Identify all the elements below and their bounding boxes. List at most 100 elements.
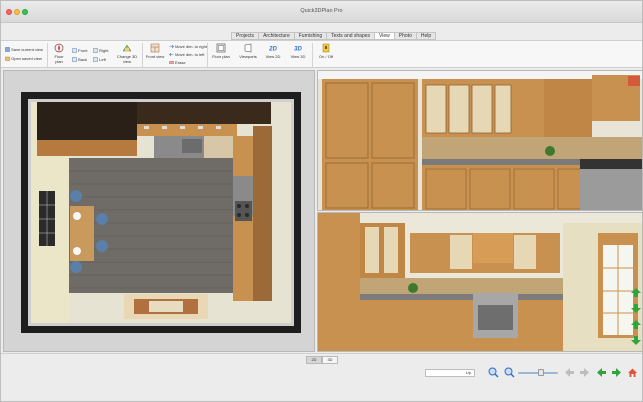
floor-plan-drawing[interactable] — [4, 71, 314, 351]
move-dim-right-button[interactable]: Move dim. to right — [169, 44, 207, 49]
tab-projects[interactable]: Projects — [231, 32, 259, 40]
mode-2d-button[interactable]: 2D — [306, 356, 322, 364]
3d-viewport-top[interactable] — [317, 70, 643, 211]
ribbon-separator — [142, 43, 143, 67]
front-elevation-button[interactable]: Front view — [145, 43, 165, 59]
upper-cabinet-dark — [37, 102, 137, 140]
svg-text:2D: 2D — [268, 47, 277, 53]
oven — [580, 166, 642, 210]
view-toggle-icon[interactable] — [628, 76, 640, 86]
pan-right-arrow-icon[interactable] — [611, 367, 622, 378]
glass-doors — [425, 84, 512, 134]
tall-pantry-cabinet — [322, 79, 418, 210]
level-value: Up — [465, 370, 471, 375]
undo-arrow-icon[interactable] — [564, 367, 575, 378]
erase-button[interactable]: Erase — [169, 60, 186, 65]
floor-plan-view[interactable] — [3, 70, 315, 352]
tab-view[interactable]: View — [374, 32, 394, 40]
change-3d-view-label: Change 3D view — [116, 54, 138, 64]
mode-3d-button[interactable]: 3D — [322, 356, 338, 364]
window-title: Quick3DPlan Pro — [300, 8, 343, 14]
app-window: Quick3DPlan Pro Projects Architecture Fu… — [0, 0, 643, 402]
back-label: Back — [78, 57, 88, 62]
title-bar: Quick3DPlan Pro — [1, 1, 642, 23]
move-down-arrow-icon[interactable] — [630, 335, 642, 346]
range-hood — [473, 233, 513, 263]
move-up-arrow-icon[interactable] — [630, 319, 642, 330]
zoom-out-icon[interactable] — [504, 367, 515, 378]
sink — [182, 139, 202, 153]
rotate-up-arrow-icon[interactable] — [630, 287, 642, 298]
countertop-top — [37, 140, 137, 156]
tab-help[interactable]: Help — [415, 32, 437, 40]
front-arrow-icon — [72, 48, 77, 54]
potted-plant — [545, 146, 555, 156]
open-view-icon — [5, 57, 10, 62]
move-dim-left-label: Move dim. to left — [175, 52, 205, 57]
right-arrow-icon — [93, 48, 98, 54]
status-bar: 2D 3D Up — [1, 353, 642, 401]
eraser-icon — [169, 61, 174, 65]
erase-label: Erase — [175, 60, 186, 65]
front-view-direction-button[interactable]: Front — [72, 48, 87, 54]
svg-text:3D: 3D — [294, 47, 302, 53]
floor-plan-icon — [216, 43, 226, 53]
move-left-icon — [169, 53, 174, 57]
view-3d-label: View 3D — [290, 54, 306, 59]
right-view-direction-button[interactable]: Right — [93, 48, 109, 54]
level-select[interactable]: Up — [425, 369, 475, 377]
left-label: Left — [99, 57, 106, 62]
camera-3d-icon — [122, 44, 132, 52]
on-off-label: On / Off — [319, 54, 333, 59]
tab-architecture[interactable]: Architecture — [258, 32, 294, 40]
ribbon-separator — [207, 43, 208, 67]
floor-plan-view-label: Floor plan — [54, 54, 64, 64]
back-view-direction-button[interactable]: Back — [72, 57, 88, 63]
viewports-label: Viewports — [239, 54, 257, 59]
change-3d-view-button[interactable]: Change 3D view — [115, 43, 139, 64]
rug-center — [149, 301, 183, 312]
upper-cabinet-right — [137, 102, 271, 124]
potted-plant — [408, 283, 418, 293]
save-current-view-label: Save current view — [11, 47, 43, 52]
move-dim-left-button[interactable]: Move dim. to left — [169, 52, 204, 57]
light-switch-icon — [322, 43, 330, 53]
tab-texts-and-shapes[interactable]: Texts and shapes — [326, 32, 375, 40]
kitchen-render-bottom — [318, 213, 642, 351]
open-saved-view-button[interactable]: Open saved view — [5, 56, 42, 62]
viewports-icon — [244, 43, 252, 53]
home-icon[interactable] — [627, 367, 638, 378]
view-mode-toggle: 2D 3D — [306, 356, 338, 364]
view-2d-label: View 2D — [265, 54, 281, 59]
kitchen-render-top — [318, 71, 642, 210]
floor-plan-view-button[interactable]: Floor plan — [51, 43, 67, 64]
open-saved-view-label: Open saved view — [11, 56, 42, 61]
range-stove — [235, 201, 252, 221]
zoom-slider-handle[interactable] — [538, 369, 544, 376]
floor-plan-label: Floor plan — [212, 54, 230, 59]
backsplash — [422, 137, 642, 159]
light-on-off-button[interactable]: On / Off — [316, 43, 336, 59]
pan-left-arrow-icon[interactable] — [596, 367, 607, 378]
view-2d-button[interactable]: 2D View 2D — [263, 43, 283, 60]
tab-furnishing[interactable]: Furnishing — [293, 32, 327, 40]
viewports-button[interactable]: Viewports — [237, 43, 259, 59]
ribbon-tabs: Projects Architecture Furnishing Texts a… — [231, 32, 437, 40]
left-view-direction-button[interactable]: Left — [93, 57, 106, 63]
3d-viewport-bottom[interactable] — [317, 212, 643, 352]
left-tall-cabinet — [318, 213, 360, 351]
back-arrow-icon — [72, 57, 77, 63]
right-label: Right — [99, 48, 109, 53]
move-right-icon — [169, 45, 174, 49]
save-current-view-button[interactable]: Save current view — [5, 47, 43, 53]
ribbon-separator — [312, 43, 313, 67]
view-3d-button[interactable]: 3D View 3D — [288, 43, 308, 60]
left-arrow-icon — [93, 57, 98, 63]
ribbon-separator — [47, 43, 48, 67]
tab-photo[interactable]: Photo — [393, 32, 416, 40]
redo-arrow-icon[interactable] — [579, 367, 590, 378]
zoom-in-icon[interactable] — [488, 367, 499, 378]
rotate-down-arrow-icon[interactable] — [630, 303, 642, 314]
floor-plan-button[interactable]: Floor plan — [210, 43, 232, 59]
front-elevation-icon — [150, 43, 160, 53]
